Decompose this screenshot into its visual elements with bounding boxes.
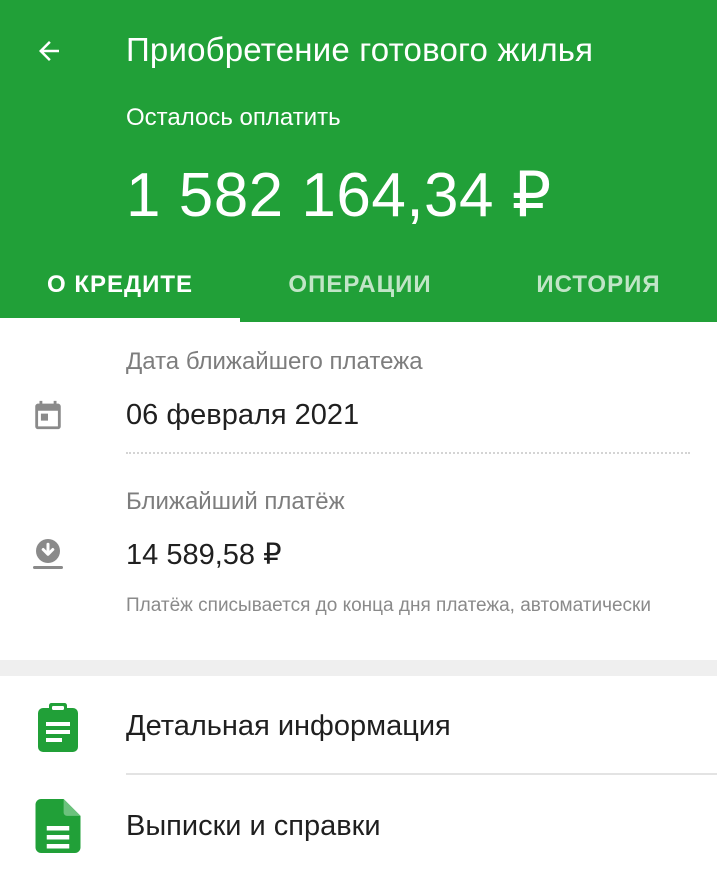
section-divider <box>0 660 717 676</box>
divider <box>126 452 690 454</box>
tab-bar: О КРЕДИТЕ ОПЕРАЦИИ ИСТОРИЯ <box>0 248 717 322</box>
document-icon <box>34 799 82 853</box>
arrow-left-icon <box>39 41 59 61</box>
tab-history[interactable]: ИСТОРИЯ <box>480 248 717 322</box>
download-icon <box>28 534 68 574</box>
menu-label-statements: Выписки и справки <box>126 810 381 842</box>
next-payment-label: Ближайший платёж <box>126 488 345 515</box>
menu-separator <box>126 773 717 775</box>
next-payment-date-label: Дата ближайшего платежа <box>126 348 423 375</box>
payment-note: Платёж списывается до конца дня платежа,… <box>126 595 651 616</box>
tab-operations[interactable]: ОПЕРАЦИИ <box>240 248 480 322</box>
menu-item-statements[interactable]: Выписки и справки <box>0 776 717 876</box>
menu-item-detailed-info[interactable]: Детальная информация <box>0 676 717 776</box>
clipboard-icon <box>34 703 82 752</box>
back-button[interactable] <box>26 28 72 74</box>
next-payment-date-value: 06 февраля 2021 <box>126 399 360 431</box>
tab-about-credit[interactable]: О КРЕДИТЕ <box>0 248 240 322</box>
remaining-label: Осталось оплатить <box>126 104 341 131</box>
app-header: Приобретение готового жилья Осталось опл… <box>0 0 717 322</box>
page-title: Приобретение готового жилья <box>126 31 594 68</box>
calendar-icon <box>28 395 68 435</box>
active-tab-indicator <box>0 318 240 322</box>
remaining-amount: 1 582 164,34 ₽ <box>126 161 552 230</box>
next-payment-value: 14 589,58 ₽ <box>126 539 282 571</box>
menu-label-detailed-info: Детальная информация <box>126 710 451 742</box>
